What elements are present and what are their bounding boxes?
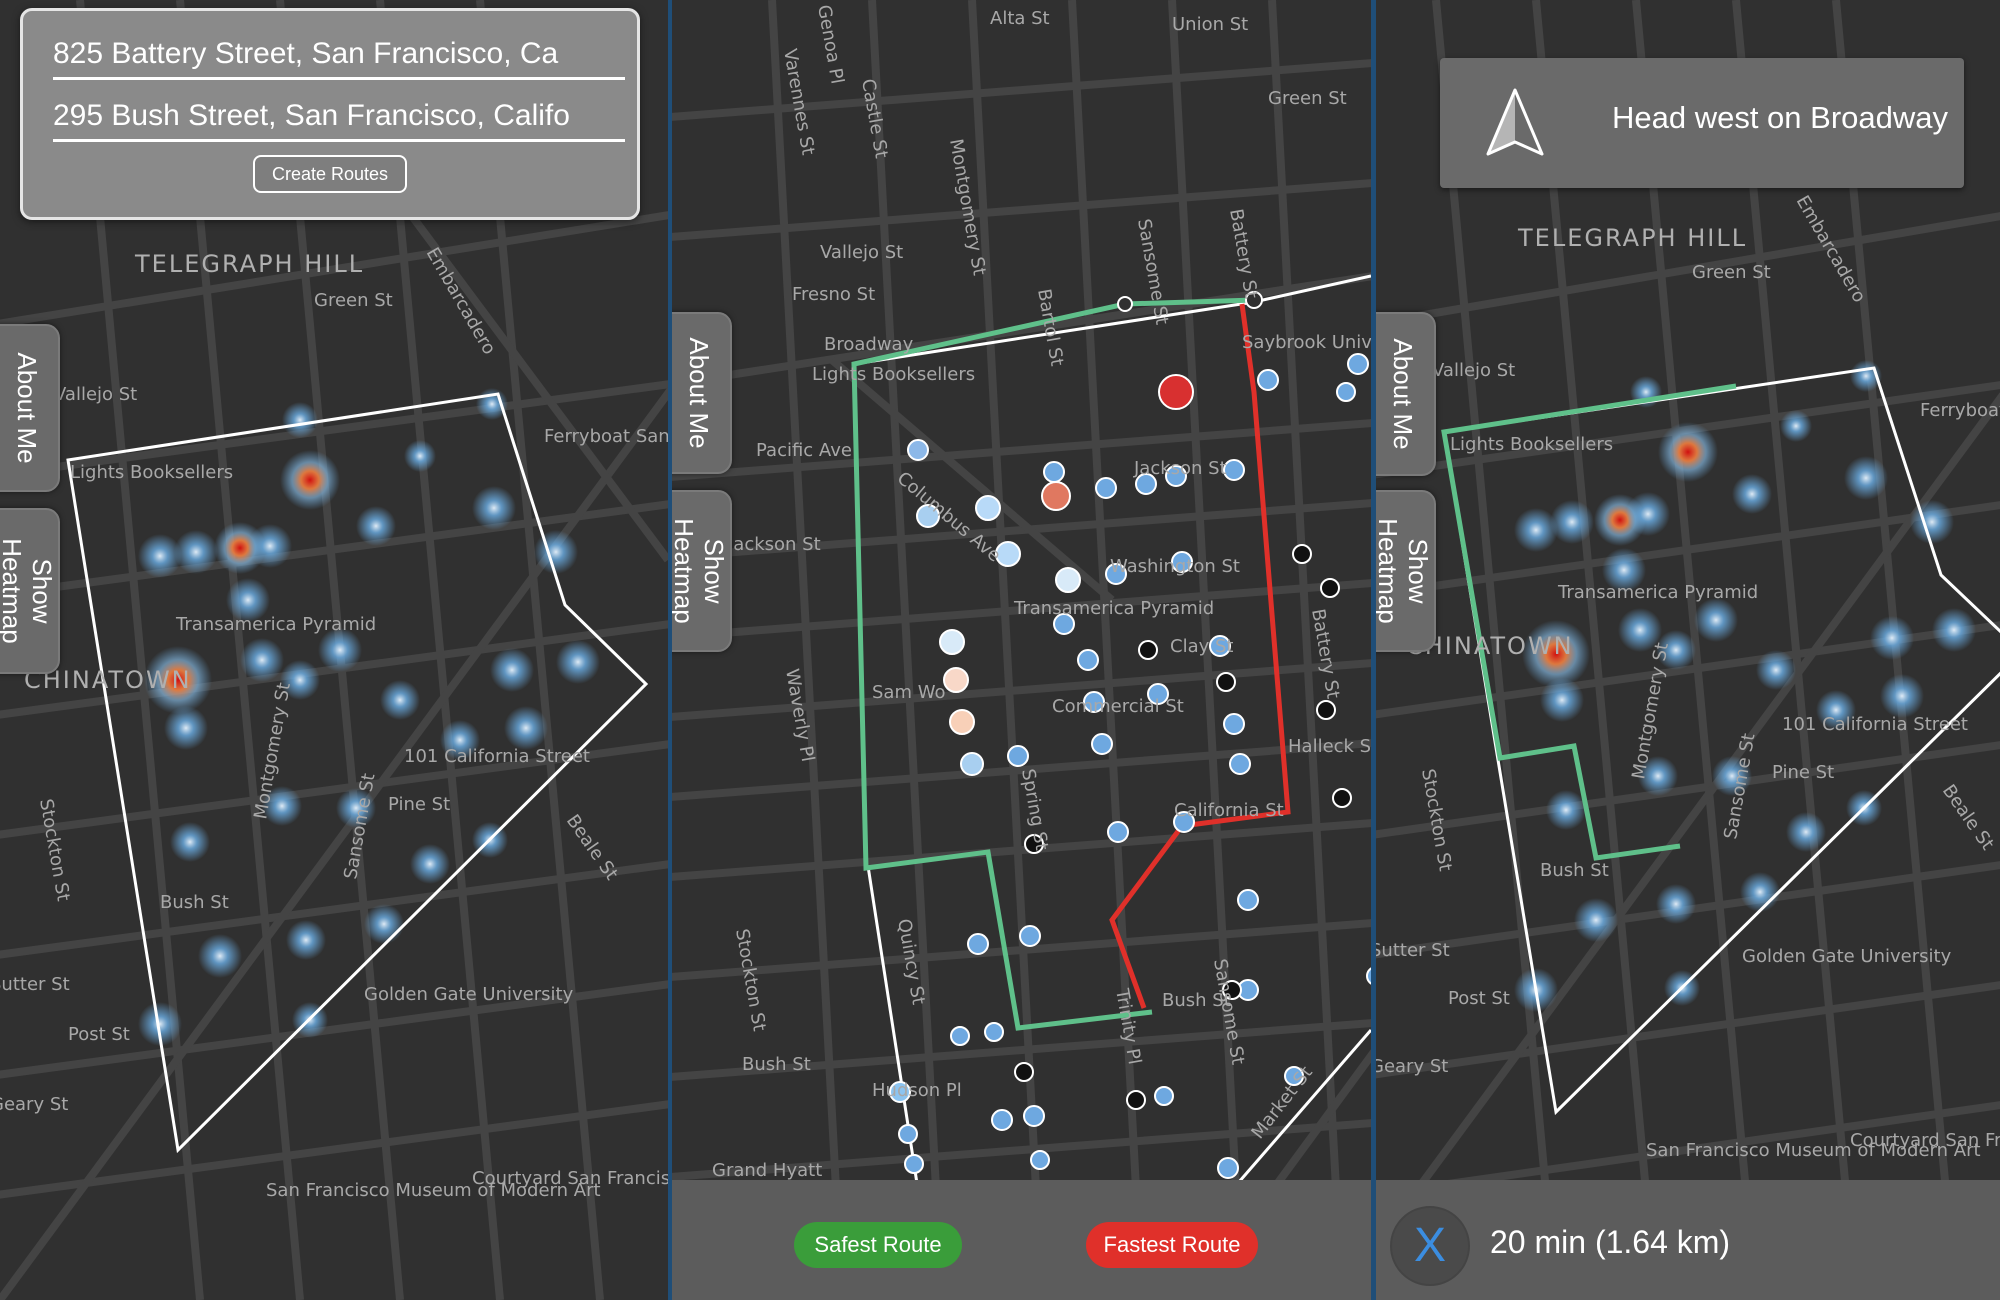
street-label-sutter-st: Sutter St	[1376, 940, 1450, 961]
map-view[interactable]: Lights Booksellers Transamerica Pyramid …	[672, 0, 1371, 1300]
show-heatmap-tab[interactable]: Show Heatmap	[672, 490, 732, 652]
street-label-bush-st-west: Bush St	[742, 1054, 811, 1075]
street-label-washington-st: Washington St	[1110, 556, 1240, 577]
poi-label-transamerica: Transamerica Pyramid	[1557, 582, 1758, 603]
poi-label-sam-wo: Sam Wo	[872, 682, 945, 703]
street-label-green-st: Green St	[314, 290, 393, 311]
route-options-screen: Lights Booksellers Transamerica Pyramid …	[672, 0, 1371, 1300]
poi-label-transamerica: Transamerica Pyramid	[1013, 598, 1214, 619]
street-label-commercial-st: Commercial St	[1052, 696, 1184, 717]
poi-label-ferryboat: Ferryboat San	[544, 426, 668, 447]
about-me-tab-label: About Me	[1388, 338, 1418, 450]
origin-input[interactable]: 825 Battery Street, San Francisco, Ca	[53, 33, 625, 80]
street-label-pine-st: Pine St	[388, 794, 450, 815]
street-label-jackson-st-east: Jackson St	[1133, 458, 1227, 479]
show-heatmap-tab-label: Show Heatmap	[0, 538, 57, 644]
show-heatmap-tab-label: Show Heatmap	[1376, 518, 1433, 624]
street-label-post-st: Post St	[68, 1024, 130, 1045]
turn-instruction-card: Head west on Broadway	[1440, 58, 1964, 188]
street-label-green-st: Green St	[1268, 88, 1347, 109]
about-me-tab-label: About Me	[12, 352, 42, 464]
street-label-fresno-st: Fresno St	[792, 284, 875, 305]
street-label-bush-st: Bush St	[1540, 860, 1609, 881]
high-risk-marker	[1158, 374, 1194, 410]
poi-label-101-california: 101 California Street	[1782, 714, 1968, 735]
close-navigation-button[interactable]: X	[1390, 1206, 1470, 1286]
district-label-telegraph-hill: TELEGRAPH HILL	[1517, 224, 1747, 252]
street-label-pine-st: Pine St	[1772, 762, 1834, 783]
street-label-green-st: Green St	[1692, 262, 1771, 283]
route-input-screen: TELEGRAPH HILL CHINATOWN Transamerica Py…	[0, 0, 668, 1300]
about-me-tab-label: About Me	[684, 337, 714, 449]
street-label-jackson-st: Jackson St	[727, 534, 821, 555]
street-label-hudson-pl: Hudson Pl	[872, 1080, 962, 1101]
destination-input[interactable]: 295 Bush Street, San Francisco, Califo	[53, 95, 625, 142]
show-heatmap-tab-label: Show Heatmap	[672, 518, 729, 624]
poi-label-saybrook: Saybrook Univ	[1242, 332, 1371, 353]
poi-label-golden-gate-university: Golden Gate University	[1742, 946, 1952, 967]
street-label-broadway: Broadway	[824, 334, 914, 355]
street-label-halleck-st: Halleck St	[1288, 736, 1371, 757]
street-label-post-st: Post St	[1448, 988, 1510, 1009]
fastest-route-button[interactable]: Fastest Route	[1086, 1222, 1258, 1268]
poi-label-booksellers: Lights Booksellers	[70, 462, 233, 483]
route-selector-bar: Safest Route Fastest Route	[672, 1180, 1371, 1300]
street-label-pacific-ave: Pacific Ave	[756, 440, 852, 461]
street-label-bush-st: Bush St	[160, 892, 229, 913]
street-label-geary-st: Geary St	[0, 1094, 68, 1115]
poi-label-golden-gate-university: Golden Gate University	[364, 984, 574, 1005]
trip-summary-bar: X 20 min (1.64 km)	[1376, 1180, 2000, 1300]
poi-label-ferryboat: Ferryboat San	[1920, 400, 2000, 421]
street-label-vallejo-st: Vallejo St	[54, 384, 137, 405]
navigation-arrow-icon	[1486, 88, 1544, 156]
street-label-vallejo-st: Vallejo St	[1432, 360, 1515, 381]
poi-label-grand-hyatt: Grand Hyatt	[712, 1160, 822, 1181]
route-input-card: 825 Battery Street, San Francisco, Ca 29…	[20, 8, 640, 220]
safest-route-button[interactable]: Safest Route	[794, 1222, 962, 1268]
street-label-clay-st: Clay St	[1170, 636, 1233, 657]
poi-label-courtyard: Courtyard San Francisco Downtown	[1850, 1130, 2000, 1151]
street-label-geary-st: Geary St	[1376, 1056, 1448, 1077]
street-label-sutter-st: Sutter St	[0, 974, 70, 995]
about-me-tab[interactable]: About Me	[0, 324, 60, 492]
poi-label-transamerica: Transamerica Pyramid	[175, 614, 376, 635]
about-me-tab[interactable]: About Me	[672, 312, 732, 474]
navigation-screen: TELEGRAPH HILL CHINATOWN Transamerica Py…	[1376, 0, 2000, 1300]
poi-label-courtyard: Courtyard San Francisco Downtown	[472, 1168, 668, 1189]
trip-eta-text: 20 min (1.64 km)	[1490, 1224, 1731, 1260]
show-heatmap-tab[interactable]: Show Heatmap	[0, 508, 60, 674]
street-label-california-st: California St	[1174, 800, 1284, 821]
street-label-alta-st: Alta St	[990, 8, 1050, 29]
street-label-union-st: Union St	[1172, 14, 1248, 35]
poi-label-booksellers: Lights Booksellers	[812, 364, 975, 385]
turn-instruction-text: Head west on Broadway	[1611, 100, 1948, 135]
district-label-telegraph-hill: TELEGRAPH HILL	[134, 250, 364, 278]
poi-label-101-california: 101 California Street	[404, 746, 590, 767]
poi-label-booksellers: Lights Booksellers	[1450, 434, 1613, 455]
about-me-tab[interactable]: About Me	[1376, 312, 1436, 476]
create-routes-button[interactable]: Create Routes	[253, 155, 407, 193]
street-label-vallejo-st: Vallejo St	[820, 242, 903, 263]
show-heatmap-tab[interactable]: Show Heatmap	[1376, 490, 1436, 652]
map-view[interactable]: TELEGRAPH HILL CHINATOWN Transamerica Py…	[1376, 0, 2000, 1300]
